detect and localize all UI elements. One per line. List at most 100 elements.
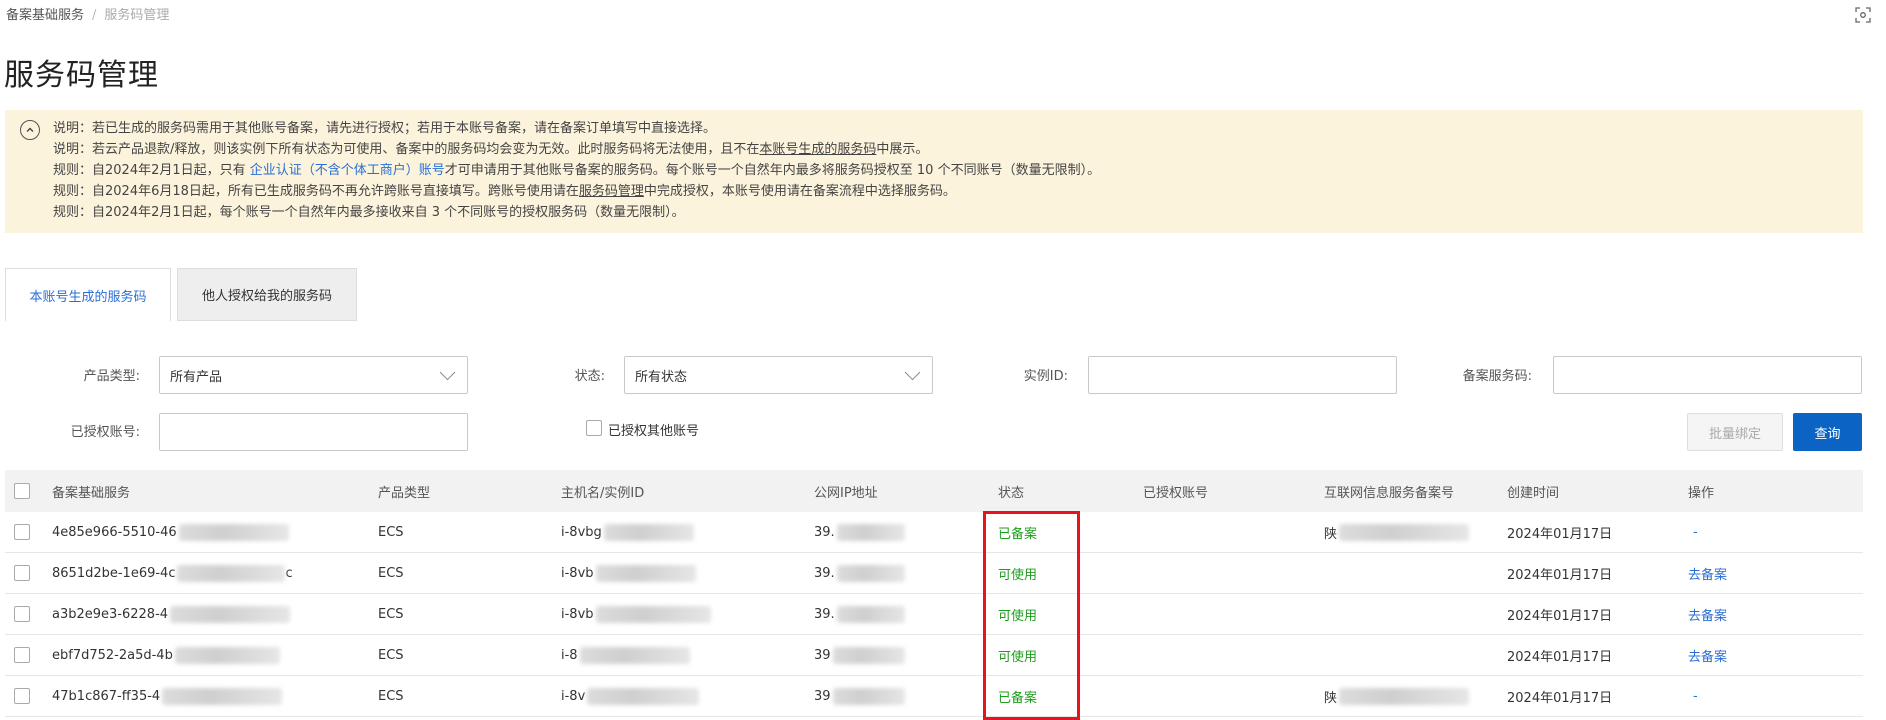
redacted-block: [170, 605, 291, 623]
status-badge: 已备案: [998, 526, 1038, 542]
notice-line-4: 规则：自2024年6月18日起，所有已生成服务码不再允许跨账号直接填写。跨账号使…: [53, 181, 1100, 202]
status-badge: 已备案: [998, 690, 1038, 706]
redacted-block: [595, 605, 711, 623]
notice-line-5: 规则：自2024年2月1日起，每个账号一个自然年内最多接收来自 3 个不同账号的…: [53, 205, 685, 220]
public-ip: 39.: [814, 524, 835, 540]
go-filing-link[interactable]: 去备案: [1688, 635, 1727, 675]
screenshot-icon[interactable]: [1852, 4, 1874, 26]
go-filing-link[interactable]: 去备案: [1688, 594, 1727, 634]
collapse-toggle-icon[interactable]: [20, 120, 40, 140]
redacted-block: [162, 687, 283, 705]
enterprise-auth-link[interactable]: 企业认证（不含个体工商户）账号: [250, 163, 445, 178]
row-checkbox[interactable]: [14, 647, 30, 663]
product-type-select[interactable]: 所有产品: [159, 356, 468, 394]
row-checkbox[interactable]: [14, 565, 30, 581]
redacted-block: [832, 687, 905, 705]
header-created-time: 创建时间: [1507, 485, 1560, 501]
service-code-input[interactable]: [1553, 356, 1862, 394]
tab-own-codes[interactable]: 本账号生成的服务码: [5, 268, 171, 321]
breadcrumb: 备案基础服务 / 服务码管理: [6, 4, 169, 23]
public-ip: 39: [814, 688, 831, 704]
redacted-block: [177, 564, 286, 582]
public-ip: 39.: [814, 606, 835, 622]
status-badge: 可使用: [998, 567, 1038, 583]
notice-line-2-tail: 中展示。: [876, 142, 929, 157]
redacted-block: [174, 646, 280, 664]
header-instance: 主机名/实例ID: [561, 485, 645, 501]
chevron-down-icon: [904, 364, 921, 381]
row-checkbox[interactable]: [14, 688, 30, 704]
table-row: ebf7d752-2a5d-4b ECS i-8 39 可使用 2024年01月…: [5, 635, 1863, 676]
go-filing-link[interactable]: 去备案: [1688, 553, 1727, 593]
service-code-tail: c: [285, 565, 293, 581]
created-time: 2024年01月17日: [1507, 649, 1613, 665]
instance-id: i-8v: [561, 688, 586, 704]
product-type: ECS: [378, 688, 404, 704]
notice-line-2-text: 说明：若云产品退款/释放，则该实例下所有状态为可使用、备案中的服务码均会变为无效…: [53, 142, 760, 157]
table-header: 备案基础服务 产品类型 主机名/实例ID 公网IP地址 状态 已授权账号 互联网…: [5, 470, 1863, 512]
notice-line-1: 说明：若已生成的服务码需用于其他账号备案，请先进行授权；若用于本账号备案，请在备…: [53, 121, 717, 136]
icp-number: 陕: [1324, 690, 1338, 706]
product-type: ECS: [378, 524, 404, 540]
status-badge: 可使用: [998, 608, 1038, 624]
status-label: 状态:: [574, 369, 605, 384]
select-all-checkbox[interactable]: [14, 483, 30, 499]
redacted-block: [1339, 523, 1470, 541]
table-row: 47b1c867-ff35-4 ECS i-8v 39 已备案 陕 2024年0…: [5, 676, 1863, 717]
authorized-account-input[interactable]: [159, 413, 468, 451]
service-code: 47b1c867-ff35-4: [52, 688, 161, 704]
instance-id: i-8: [561, 647, 578, 663]
redacted-block: [836, 564, 905, 582]
redacted-block: [836, 605, 905, 623]
action-none: -: [1693, 524, 1698, 540]
service-code: 4e85e966-5510-46: [52, 524, 177, 540]
product-type: ECS: [378, 647, 404, 663]
instance-id: i-8vbg: [561, 524, 602, 540]
header-base-service: 备案基础服务: [52, 485, 131, 501]
notice-line-3-text: 规则：自2024年2月1日起，只有: [53, 163, 250, 178]
redacted-block: [1339, 687, 1470, 705]
notice-line-4-tail: 中完成授权，本账号使用请在备案流程中选择服务码。: [643, 184, 956, 199]
authorized-other-checkbox[interactable]: [586, 420, 602, 436]
query-button[interactable]: 查询: [1793, 413, 1862, 451]
instance-id-label: 实例ID:: [1023, 369, 1068, 384]
notice-line-3-tail: 才可申请用于其他账号备案的服务码。每个账号一个自然年内最多将服务码授权至 10 …: [444, 163, 1101, 178]
created-time: 2024年01月17日: [1507, 608, 1613, 624]
authorized-other-label[interactable]: 已授权其他账号: [608, 420, 699, 439]
redacted-block: [178, 523, 289, 541]
breadcrumb-current: 服务码管理: [104, 8, 170, 23]
service-code: ebf7d752-2a5d-4b: [52, 647, 173, 663]
table-row: 4e85e966-5510-46 ECS i-8vbg 39. 已备案 陕 20…: [5, 512, 1863, 553]
tab-authorized-to-me[interactable]: 他人授权给我的服务码: [177, 268, 357, 321]
status-badge: 可使用: [998, 649, 1038, 665]
table-row: a3b2e9e3-6228-4 ECS i-8vb 39. 可使用 2024年0…: [5, 594, 1863, 635]
header-authorized-account: 已授权账号: [1143, 485, 1209, 501]
service-code: 8651d2be-1e69-4c: [52, 565, 176, 581]
instance-id: i-8vb: [561, 565, 594, 581]
icp-number: 陕: [1324, 526, 1338, 542]
redacted-block: [579, 646, 690, 664]
batch-bind-button[interactable]: 批量绑定: [1687, 413, 1783, 451]
status-select[interactable]: 所有状态: [624, 356, 933, 394]
authorized-account-label: 已授权账号:: [70, 425, 140, 440]
public-ip: 39.: [814, 565, 835, 581]
created-time: 2024年01月17日: [1507, 567, 1613, 583]
header-public-ip: 公网IP地址: [814, 485, 878, 501]
breadcrumb-root[interactable]: 备案基础服务: [6, 8, 84, 23]
header-status: 状态: [998, 485, 1025, 501]
action-none: -: [1693, 688, 1698, 704]
header-product-type: 产品类型: [378, 485, 431, 501]
product-type: ECS: [378, 606, 404, 622]
row-checkbox[interactable]: [14, 524, 30, 540]
row-checkbox[interactable]: [14, 606, 30, 622]
product-type-label: 产品类型:: [83, 369, 140, 384]
instance-id-input[interactable]: [1088, 356, 1397, 394]
status-value: 所有状态: [635, 369, 688, 385]
service-code-manage-link[interactable]: 服务码管理: [579, 184, 644, 199]
service-code: a3b2e9e3-6228-4: [52, 606, 169, 622]
own-codes-link[interactable]: 本账号生成的服务码: [759, 142, 876, 157]
redacted-block: [603, 523, 694, 541]
redacted-block: [832, 646, 905, 664]
page-title: 服务码管理: [4, 58, 159, 93]
public-ip: 39: [814, 647, 831, 663]
